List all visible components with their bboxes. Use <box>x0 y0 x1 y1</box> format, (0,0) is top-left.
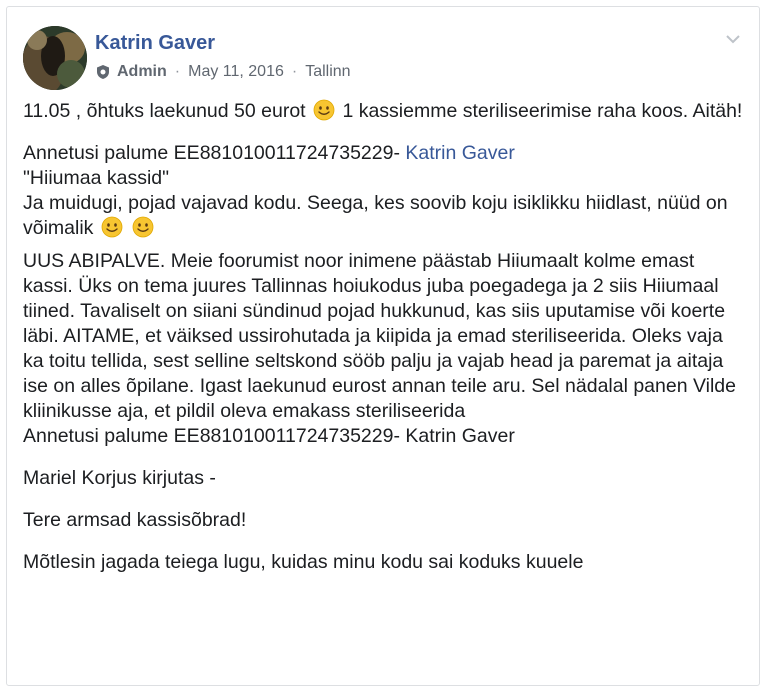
post-card: Katrin Gaver Admin · May 11, 2016 · Tall… <box>6 6 760 686</box>
post-paragraph: Mõtlesin jagada teiega lugu, kuidas minu… <box>23 551 584 573</box>
post-paragraph: Tere armsad kassisõbrad! <box>23 509 247 531</box>
admin-badge-label: Admin <box>117 63 167 80</box>
text-span: 11.05 , õhtuks laekunud 50 eurot <box>23 100 306 122</box>
author-name[interactable]: Katrin Gaver <box>95 32 215 55</box>
smiley-emoji-icon <box>101 216 123 238</box>
avatar-photo <box>23 26 87 90</box>
meta-separator: · <box>174 63 181 80</box>
text-span: Annetusi palume EE881010011724735229- Ka… <box>23 425 515 447</box>
smiley-emoji-icon <box>313 99 335 121</box>
shield-icon <box>97 65 109 79</box>
post-paragraph: Annetusi palume EE881010011724735229- Ka… <box>23 141 748 241</box>
post-paragraph: 11.05 , õhtuks laekunud 50 eurot 1 kassi… <box>23 99 748 124</box>
author-mention-link[interactable]: Katrin Gaver <box>405 142 514 164</box>
text-span: Ja muidugi, pojad vajavad kodu. Seega, k… <box>23 192 728 239</box>
text-span: "Hiiumaa kassid" <box>23 167 170 189</box>
smiley-emoji-icon <box>132 216 154 238</box>
text-span: UUS ABIPALVE. Meie foorumist noor inimen… <box>23 250 736 422</box>
post-body: 11.05 , õhtuks laekunud 50 eurot 1 kassi… <box>23 99 748 575</box>
post-paragraph: Mariel Korjus kirjutas - <box>23 467 216 489</box>
text-span: 1 kassiemme steriliseerimise raha koos. … <box>337 100 743 122</box>
post-location[interactable]: Tallinn <box>305 63 350 81</box>
author-avatar[interactable] <box>23 26 87 90</box>
post-date[interactable]: May 11, 2016 <box>188 63 284 81</box>
post-paragraph: UUS ABIPALVE. Meie foorumist noor inimen… <box>23 249 748 449</box>
chevron-down-icon[interactable] <box>723 29 743 49</box>
post-meta: Admin · May 11, 2016 · Tallinn <box>95 63 351 81</box>
meta-separator: · <box>291 63 298 80</box>
text-span: Annetusi palume EE881010011724735229- <box>23 142 400 164</box>
